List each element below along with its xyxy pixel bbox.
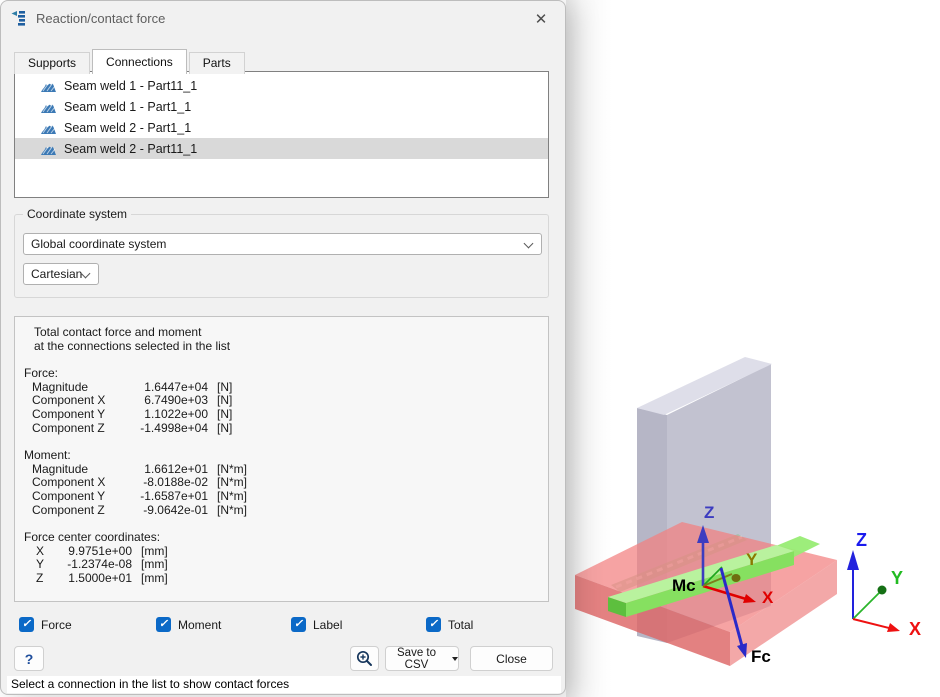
checkbox-checked-icon[interactable]: ✓ [156, 617, 171, 632]
force-row: Component X 6.7490e+03 [N] [32, 394, 548, 408]
close-button[interactable]: Close [470, 646, 553, 671]
moment-checkbox[interactable]: ✓ Moment [156, 616, 221, 633]
help-button[interactable]: ? [14, 646, 44, 671]
seam-weld-icon [40, 142, 57, 156]
checkbox-checked-icon[interactable]: ✓ [426, 617, 441, 632]
force-row: Component Y 1.1022e+00 [N] [32, 408, 548, 422]
graphics-area[interactable]: Z X Y Mc Fc Z Y X [566, 0, 940, 697]
total-checkbox-label: Total [448, 618, 473, 632]
moment-checkbox-label: Moment [178, 618, 221, 632]
list-item-label: Seam weld 1 - Part1_1 [64, 100, 191, 114]
dropdown-arrow-icon [452, 657, 458, 661]
corner-z-label: Z [856, 530, 867, 550]
dialog-titlebar[interactable]: Reaction/contact force ✕ [1, 1, 565, 35]
list-item[interactable]: Seam weld 2 - Part1_1 [15, 117, 548, 138]
corner-z-arrowhead-icon [847, 550, 859, 570]
force-center-section-header: Force center coordinates: [24, 531, 548, 545]
coordinate-system-selected-value: Global coordinate system [31, 237, 166, 251]
list-item[interactable]: Seam weld 1 - Part1_1 [15, 96, 548, 117]
moment-label: Mc [672, 576, 696, 595]
seam-weld-icon [40, 100, 57, 114]
reaction-contact-force-dialog: Reaction/contact force ✕ Supports Connec… [0, 0, 566, 695]
force-label: Fc [751, 647, 771, 666]
corner-y-dot-icon [878, 586, 887, 595]
triad-x-label: X [762, 588, 774, 607]
force-center-row: Y -1.2374e-08 [mm] [36, 558, 548, 572]
force-row: Component Z -1.4998e+04 [N] [32, 422, 548, 436]
results-intro-line: Total contact force and moment [34, 326, 548, 340]
force-checkbox[interactable]: ✓ Force [19, 616, 72, 633]
corner-x-axis [853, 619, 893, 629]
corner-x-arrowhead-icon [887, 623, 900, 632]
corner-y-axis [853, 592, 880, 619]
seam-weld-icon [40, 121, 57, 135]
close-icon[interactable]: ✕ [527, 6, 555, 32]
connections-list[interactable]: Seam weld 1 - Part11_1 Seam weld 1 - Par… [14, 71, 549, 198]
force-row: Magnitude 1.6447e+04 [N] [32, 381, 548, 395]
coordinate-system-group: Coordinate system Global coordinate syst… [14, 214, 549, 298]
triad-y-label: Y [746, 550, 758, 569]
force-checkbox-label: Force [41, 618, 72, 632]
force-center-row: X 9.9751e+00 [mm] [36, 545, 548, 559]
save-to-csv-label: Save to CSV [386, 647, 447, 671]
3d-viewport[interactable]: Z X Y Mc Fc Z Y X [566, 0, 940, 697]
results-panel: Total contact force and moment at the co… [14, 316, 549, 602]
coordinate-type-selected-value: Cartesian [31, 267, 82, 281]
tab-supports[interactable]: Supports [14, 52, 90, 74]
tab-bar: Supports Connections Parts [14, 49, 247, 74]
status-bar: Select a connection in the list to show … [7, 676, 561, 693]
status-text: Select a connection in the list to show … [11, 677, 289, 691]
list-item-label: Seam weld 2 - Part1_1 [64, 121, 191, 135]
y-axis-dot-icon [732, 574, 741, 582]
seam-weld-icon [40, 79, 57, 93]
list-item-label: Seam weld 2 - Part11_1 [64, 142, 197, 156]
list-item-label: Seam weld 1 - Part11_1 [64, 79, 197, 93]
label-checkbox[interactable]: ✓ Label [291, 616, 342, 633]
moment-row: Magnitude 1.6612e+01 [N*m] [32, 463, 548, 477]
force-center-row: Z 1.5000e+01 [mm] [36, 572, 548, 586]
coordinate-system-select[interactable]: Global coordinate system [23, 233, 542, 255]
coordinate-type-select[interactable]: Cartesian [23, 263, 99, 285]
list-item[interactable]: Seam weld 1 - Part11_1 [15, 75, 548, 96]
tab-parts[interactable]: Parts [189, 52, 245, 74]
chevron-down-icon [524, 239, 534, 249]
tab-connections[interactable]: Connections [92, 49, 187, 74]
moment-row: Component Z -9.0642e-01 [N*m] [32, 504, 548, 518]
corner-x-label: X [909, 619, 921, 639]
results-intro-line: at the connections selected in the list [34, 340, 548, 354]
moment-section-header: Moment: [24, 449, 548, 463]
save-to-csv-button[interactable]: Save to CSV [385, 646, 459, 671]
total-checkbox[interactable]: ✓ Total [426, 616, 473, 633]
label-checkbox-label: Label [313, 618, 342, 632]
moment-row: Component X -8.0188e-02 [N*m] [32, 476, 548, 490]
reaction-force-icon [11, 10, 28, 27]
dialog-title: Reaction/contact force [36, 11, 165, 26]
coordinate-system-group-label: Coordinate system [23, 207, 131, 221]
triad-z-label: Z [704, 503, 714, 522]
corner-y-label: Y [891, 568, 903, 588]
moment-row: Component Y -1.6587e+01 [N*m] [32, 490, 548, 504]
force-section-header: Force: [24, 367, 548, 381]
zoom-to-selection-button[interactable] [350, 646, 379, 671]
corner-triad: Z Y X [847, 530, 921, 639]
magnifier-icon [356, 650, 373, 667]
checkbox-checked-icon[interactable]: ✓ [19, 617, 34, 632]
list-item-selected[interactable]: Seam weld 2 - Part11_1 [15, 138, 548, 159]
checkbox-checked-icon[interactable]: ✓ [291, 617, 306, 632]
